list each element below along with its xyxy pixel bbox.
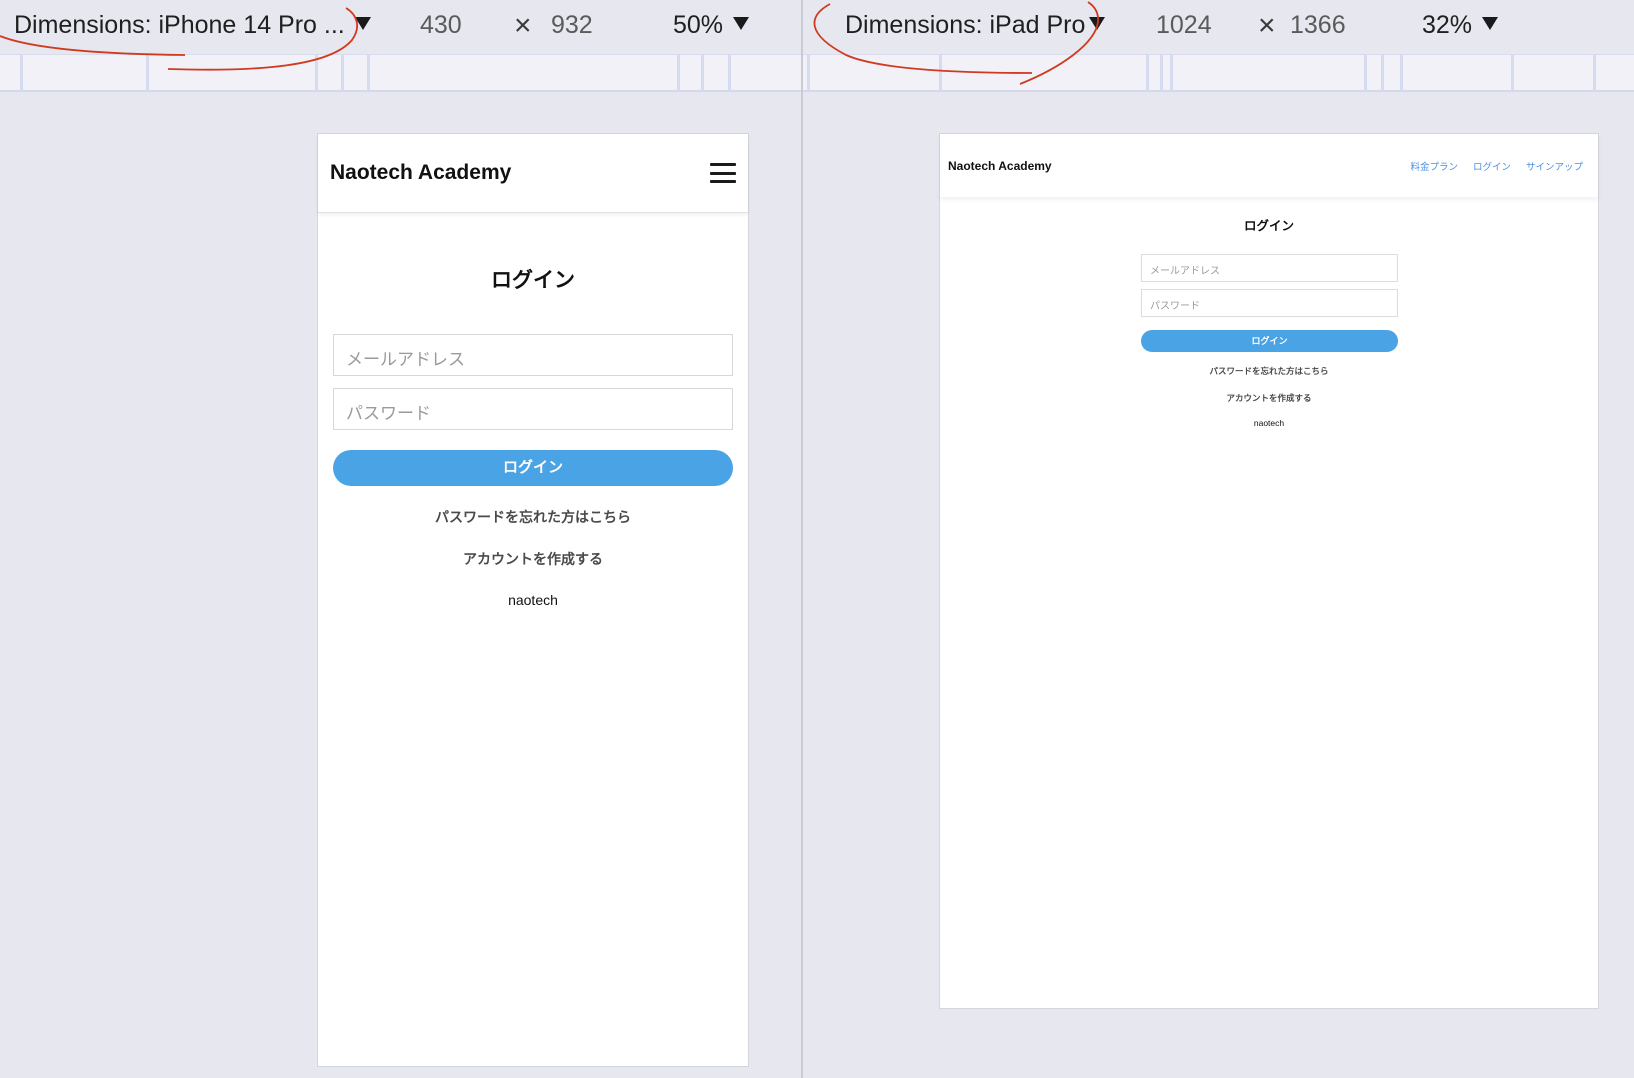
hamburger-menu-icon[interactable] xyxy=(710,163,736,183)
footer-text: naotech xyxy=(1253,418,1285,428)
width-input[interactable]: 430 xyxy=(420,11,462,40)
height-input[interactable]: 932 xyxy=(551,11,593,40)
create-account-link[interactable]: アカウントを作成する xyxy=(940,392,1598,404)
media-query-ruler[interactable] xyxy=(0,54,801,92)
nav-link-pricing[interactable]: 料金プラン xyxy=(1410,159,1458,173)
zoom-label: 50% xyxy=(673,11,724,39)
dropdown-triangle-icon xyxy=(1482,17,1499,30)
times-icon: × xyxy=(1258,9,1276,42)
header-nav: Naotech Academy 料金プラン ログイン サインアップ xyxy=(940,134,1598,197)
device-toolbar: Dimensions: iPhone 14 Pro ... 430 × 932 … xyxy=(0,0,801,54)
create-account-link[interactable]: アカウントを作成する xyxy=(318,549,748,569)
login-button[interactable]: ログイン xyxy=(1141,330,1398,352)
zoom-label: 32% xyxy=(1422,11,1473,39)
devtools-responsive-view: Dimensions: iPhone 14 Pro ... 430 × 932 … xyxy=(0,0,1634,1078)
forgot-password-link[interactable]: パスワードを忘れた方はこちら xyxy=(940,365,1598,377)
brand-logo[interactable]: Naotech Academy xyxy=(948,159,1052,173)
device-toolbar: Dimensions: iPad Pro 1024 × 1366 32% xyxy=(803,0,1634,54)
width-input[interactable]: 1024 xyxy=(1156,11,1212,40)
ipad-viewport: Naotech Academy 料金プラン ログイン サインアップ ログイン メ… xyxy=(939,133,1599,1009)
footer-text: naotech xyxy=(508,592,558,608)
dropdown-triangle-icon xyxy=(733,17,750,30)
dropdown-triangle-icon xyxy=(1089,17,1106,30)
brand-logo[interactable]: Naotech Academy xyxy=(330,161,511,185)
times-icon: × xyxy=(514,9,532,42)
email-field[interactable]: メールアドレス xyxy=(1141,254,1398,282)
iphone-viewport: Naotech Academy ログイン メールアドレス パスワード ログイン … xyxy=(317,133,749,1067)
dropdown-triangle-icon xyxy=(354,17,371,30)
login-button[interactable]: ログイン xyxy=(333,450,733,486)
media-query-ruler[interactable] xyxy=(803,54,1634,92)
nav-links: 料金プラン ログイン サインアップ xyxy=(1410,159,1583,173)
page-title: ログイン xyxy=(491,269,575,292)
nav-link-login[interactable]: ログイン xyxy=(1473,159,1511,173)
password-field[interactable]: パスワード xyxy=(333,388,733,430)
email-field[interactable]: メールアドレス xyxy=(333,334,733,376)
device-label: Dimensions: iPhone 14 Pro ... xyxy=(14,11,345,39)
device-selector[interactable]: Dimensions: iPhone 14 Pro ... xyxy=(14,11,371,40)
nav-link-signup[interactable]: サインアップ xyxy=(1526,159,1583,173)
password-field[interactable]: パスワード xyxy=(1141,289,1398,317)
zoom-selector[interactable]: 50% xyxy=(673,11,750,40)
device-label: Dimensions: iPad Pro xyxy=(845,11,1086,39)
header-nav: Naotech Academy xyxy=(318,134,748,213)
height-input[interactable]: 1366 xyxy=(1290,11,1346,40)
device-selector[interactable]: Dimensions: iPad Pro xyxy=(845,11,1106,40)
page-title: ログイン xyxy=(1243,219,1294,233)
ipad-pane: Dimensions: iPad Pro 1024 × 1366 32% Nao… xyxy=(803,0,1634,1078)
zoom-selector[interactable]: 32% xyxy=(1422,11,1499,40)
forgot-password-link[interactable]: パスワードを忘れた方はこちら xyxy=(318,507,748,527)
iphone-pane: Dimensions: iPhone 14 Pro ... 430 × 932 … xyxy=(0,0,801,1078)
